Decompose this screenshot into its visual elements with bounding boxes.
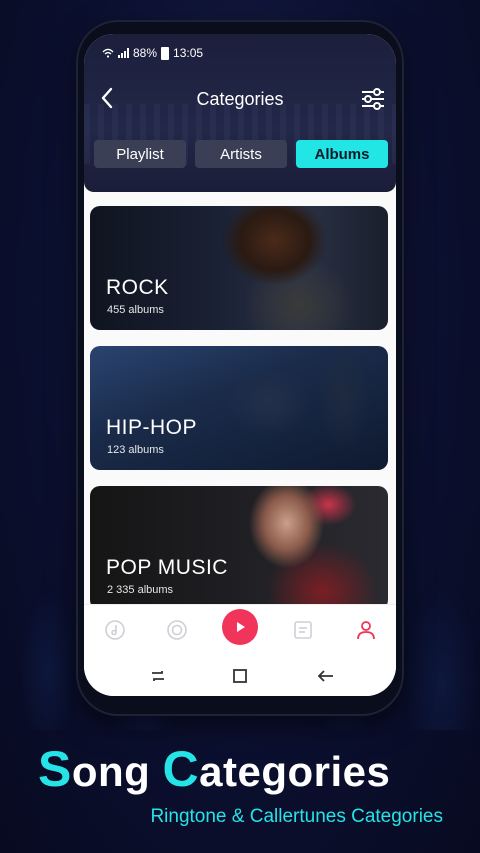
clock: 13:05	[173, 46, 204, 60]
category-name: POP MUSIC	[106, 556, 228, 579]
category-name: HIP-HOP	[106, 416, 198, 439]
tab-playlist[interactable]: Playlist	[94, 140, 186, 168]
play-icon[interactable]	[222, 609, 258, 645]
recent-apps-button[interactable]	[146, 664, 170, 688]
category-tabs: Playlist Artists Albums	[94, 140, 388, 168]
category-count: 123 albums	[107, 444, 164, 456]
wifi-icon	[102, 48, 114, 58]
back-nav-button[interactable]	[314, 664, 338, 688]
filter-button[interactable]	[360, 86, 386, 112]
headline-cap-s: S	[38, 741, 72, 797]
home-square-icon	[233, 669, 247, 683]
profile-icon[interactable]	[351, 615, 381, 645]
category-card-pop-music[interactable]: POP MUSIC 2 335 albums	[90, 486, 388, 610]
tab-artists[interactable]: Artists	[195, 140, 287, 168]
bottom-navigation	[84, 604, 396, 657]
category-card-rock[interactable]: ROCK 455 albums	[90, 206, 388, 330]
status-bar: 88% 13:05	[102, 46, 203, 60]
page-title: Categories	[196, 89, 284, 109]
recents-icon	[152, 671, 164, 681]
headline-part-1: ong	[71, 748, 163, 795]
headline-part-2: ategories	[199, 748, 391, 795]
app-screen: 88% 13:05 Categories Playlist Artists Al…	[84, 34, 396, 696]
notes-icon[interactable]	[288, 615, 318, 645]
vinyl-icon[interactable]	[162, 615, 192, 645]
music-disc-icon[interactable]	[100, 615, 130, 645]
battery-percent: 88%	[133, 46, 158, 60]
category-card-hiphop[interactable]: HIP-HOP 123 albums	[90, 346, 388, 470]
category-name: ROCK	[106, 276, 169, 299]
home-button[interactable]	[228, 664, 252, 688]
battery-icon	[161, 46, 170, 60]
signal-icon	[118, 48, 129, 58]
promo-subline: Ringtone & Callertunes Categories	[150, 806, 443, 827]
header: 88% 13:05 Categories Playlist Artists Al…	[84, 34, 396, 192]
system-navigation-bar	[84, 656, 396, 696]
tab-albums[interactable]: Albums	[296, 140, 388, 168]
sliders-icon	[362, 88, 384, 110]
promo-headline: Song Categories	[38, 744, 390, 797]
category-count: 2 335 albums	[107, 584, 174, 596]
category-count: 455 albums	[107, 304, 164, 316]
arrow-left-icon	[317, 670, 333, 682]
headline-cap-c: C	[162, 741, 200, 797]
